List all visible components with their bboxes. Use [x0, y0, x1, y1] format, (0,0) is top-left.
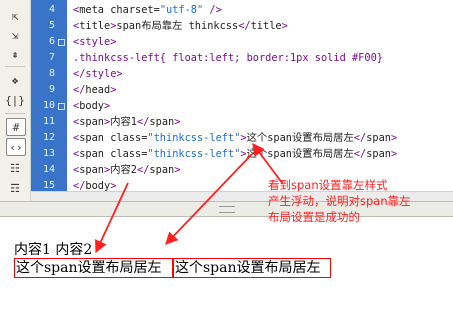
line-number: 10: [42, 100, 55, 111]
code-token: meta: [79, 4, 105, 16]
design-preview-pane: 内容1 内容2 这个span设置布局居左 这个span设置布局居左: [0, 217, 453, 311]
code-line[interactable]: <title>span布局靠左 thinkcss</title>: [73, 18, 288, 34]
code-token: >: [391, 148, 398, 160]
annotation-line: 布局设置是成功的: [268, 210, 360, 224]
line-number: 12: [42, 132, 55, 143]
line-number: 4: [48, 4, 55, 15]
collapse-icon[interactable]: ⇱: [6, 8, 24, 24]
toolbar-divider: [5, 66, 25, 67]
expand-icon[interactable]: ⇲: [6, 27, 24, 43]
code-line[interactable]: </head>: [73, 82, 116, 98]
annotation-line: 看到span设置靠左样式: [268, 178, 388, 192]
code-token: </: [353, 148, 367, 160]
fold-marker-icon[interactable]: [58, 103, 65, 110]
code-editor[interactable]: ⇱ ⇲ ⇞ ❖ {|} # ‹› ☷ ☶ 4567891011121314151…: [0, 0, 453, 201]
code-token: </: [137, 164, 150, 176]
highlight-invalid-code-icon[interactable]: ‹›: [6, 138, 26, 156]
code-line[interactable]: <meta charset="utf-8" />: [73, 2, 222, 18]
code-line[interactable]: <span class="thinkcss-left">这个span设置布局居左…: [73, 146, 397, 162]
code-token: span: [366, 132, 391, 144]
line-number: 5: [48, 20, 55, 31]
code-line[interactable]: <style>: [73, 34, 116, 50]
editor-side-toolbar: ⇱ ⇲ ⇞ ❖ {|} # ‹› ☷ ☶: [0, 0, 31, 201]
code-token: />: [203, 4, 222, 16]
fold-marker-icon[interactable]: [58, 39, 65, 46]
line-number: 8: [48, 68, 55, 79]
code-token: charset=: [104, 4, 160, 16]
code-token: "thinkcss-left": [147, 132, 241, 144]
code-token: span: [149, 164, 175, 176]
line-numbers-toggle-icon[interactable]: #: [6, 118, 26, 136]
annotation-line: 产生浮动，说明对span靠左: [268, 194, 411, 208]
code-token: 内容1: [110, 116, 138, 128]
line-number: 13: [42, 148, 55, 159]
code-token: >: [391, 132, 398, 144]
float-left-span-1: 这个span设置布局居左: [14, 258, 173, 278]
code-token: >: [174, 164, 181, 176]
code-line[interactable]: <body>: [73, 98, 110, 114]
code-token: "utf-8": [159, 4, 204, 16]
toolbar-divider: [5, 113, 25, 114]
code-token: >: [104, 100, 111, 112]
preview-text-content: 内容1 内容2: [14, 242, 93, 258]
code-token: >: [281, 20, 288, 32]
code-token: span class=: [79, 148, 148, 160]
remove-comment-icon[interactable]: ☶: [6, 180, 24, 196]
code-token: </: [238, 20, 251, 32]
code-token: head: [85, 84, 111, 96]
code-token: 这个span设置布局居左: [246, 132, 354, 144]
code-token: </: [73, 84, 86, 96]
code-token: </style>: [73, 68, 123, 80]
code-token: span: [79, 116, 105, 128]
code-token: body: [79, 100, 105, 112]
code-line[interactable]: <span>内容2</span>: [73, 162, 180, 178]
annotation-note: 看到span设置靠左样式 产生浮动，说明对span靠左 布局设置是成功的: [268, 177, 453, 225]
code-token: span布局靠左 thinkcss: [116, 20, 239, 32]
code-token: </: [137, 116, 150, 128]
code-token: "thinkcss-left": [147, 148, 241, 160]
code-line[interactable]: .thinkcss-left{ float:left; border:1px s…: [73, 50, 383, 66]
code-token: <style>: [73, 36, 117, 48]
code-token: title: [79, 20, 111, 32]
line-number: 7: [48, 52, 55, 63]
code-token: </: [353, 132, 367, 144]
code-token: 这个span设置布局居左: [246, 148, 354, 160]
select-parent-tag-icon[interactable]: ❖: [6, 72, 24, 88]
line-number: 14: [42, 164, 55, 175]
code-line[interactable]: <span class="thinkcss-left">这个span设置布局居左…: [73, 130, 397, 146]
code-token: 内容2: [110, 164, 138, 176]
line-number: 9: [48, 84, 55, 95]
line-number: 11: [42, 116, 55, 127]
code-token: .thinkcss-left{ float:left; border:1px s…: [73, 52, 383, 64]
code-area[interactable]: <meta charset="utf-8" /> <title>span布局靠左 …: [73, 0, 453, 201]
code-token: >: [174, 116, 181, 128]
line-number: 6: [48, 36, 55, 47]
code-token: title: [250, 20, 282, 32]
float-left-span-2: 这个span设置布局居左: [173, 258, 331, 278]
code-token: span class=: [79, 132, 148, 144]
balance-braces-icon[interactable]: {|}: [5, 92, 25, 108]
apply-comment-icon[interactable]: ☷: [6, 160, 24, 176]
line-number-gutter: 45678910111213141516: [31, 0, 67, 201]
code-token: span: [366, 148, 391, 160]
code-token: span: [149, 116, 175, 128]
code-token: >: [110, 84, 117, 96]
code-line[interactable]: <span>内容1</span>: [73, 114, 180, 130]
drag-handle-icon[interactable]: [219, 206, 235, 213]
code-token: span: [79, 164, 105, 176]
code-line[interactable]: </style>: [73, 66, 123, 82]
expand-all-icon[interactable]: ⇞: [6, 46, 24, 62]
